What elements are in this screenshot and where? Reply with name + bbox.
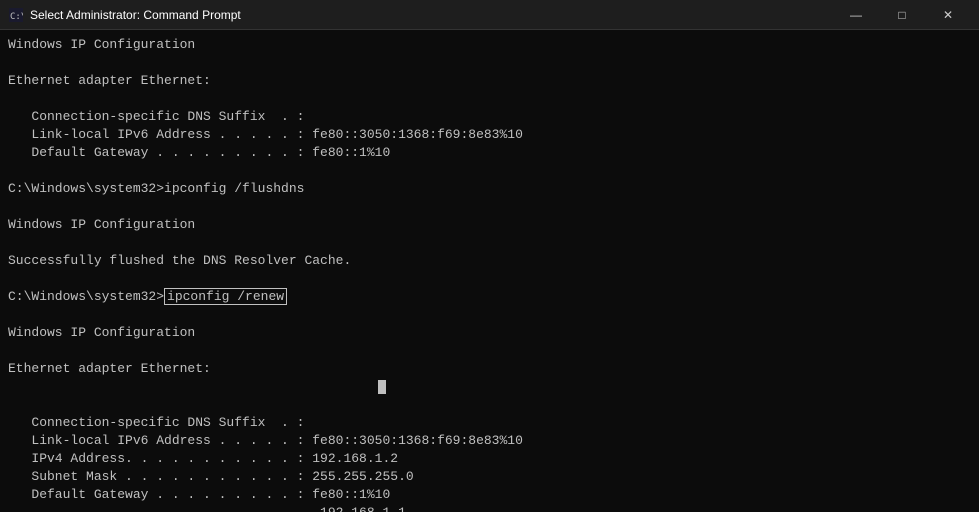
- output-line-7: Default Gateway . . . . . . . . . : fe80…: [8, 144, 971, 162]
- svg-text:C:\: C:\: [10, 12, 23, 22]
- output-line-8: [8, 162, 971, 180]
- output-line-15: C:\Windows\system32>ipconfig /renew: [8, 288, 971, 306]
- output-line-23: IPv4 Address. . . . . . . . . . . : 192.…: [8, 450, 971, 468]
- output-line-20: [8, 396, 971, 414]
- output-line-24: Subnet Mask . . . . . . . . . . . : 255.…: [8, 468, 971, 486]
- output-line-9: C:\Windows\system32>ipconfig /flushdns: [8, 180, 971, 198]
- terminal-area[interactable]: Windows IP Configuration Ethernet adapte…: [0, 30, 979, 512]
- window-controls: — □ ✕: [833, 0, 971, 30]
- window-title: Select Administrator: Command Prompt: [30, 8, 833, 22]
- output-line-3: Ethernet adapter Ethernet:: [8, 72, 971, 90]
- close-button[interactable]: ✕: [925, 0, 971, 30]
- maximize-button[interactable]: □: [879, 0, 925, 30]
- output-line-26: 192.168.1.1: [8, 504, 971, 512]
- command-highlight: ipconfig /renew: [164, 288, 287, 305]
- output-line-4: [8, 90, 971, 108]
- blinking-cursor: [378, 380, 386, 394]
- output-line-16: [8, 306, 971, 324]
- minimize-button[interactable]: —: [833, 0, 879, 30]
- output-line-10: [8, 198, 971, 216]
- output-line-1: Windows IP Configuration: [8, 36, 971, 54]
- output-line-22: Link-local IPv6 Address . . . . . : fe80…: [8, 432, 971, 450]
- output-line-17: Windows IP Configuration: [8, 324, 971, 342]
- output-line-6: Link-local IPv6 Address . . . . . : fe80…: [8, 126, 971, 144]
- output-line-2: [8, 54, 971, 72]
- output-line-11: Windows IP Configuration: [8, 216, 971, 234]
- output-line-14: [8, 270, 971, 288]
- output-line-12: [8, 234, 971, 252]
- output-line-19: Ethernet adapter Ethernet:: [8, 360, 971, 396]
- output-line-5: Connection-specific DNS Suffix . :: [8, 108, 971, 126]
- output-line-13: Successfully flushed the DNS Resolver Ca…: [8, 252, 971, 270]
- titlebar: C:\ Select Administrator: Command Prompt…: [0, 0, 979, 30]
- output-line-25: Default Gateway . . . . . . . . . : fe80…: [8, 486, 971, 504]
- output-line-21: Connection-specific DNS Suffix . :: [8, 414, 971, 432]
- app-icon: C:\: [8, 7, 24, 23]
- output-line-18: [8, 342, 971, 360]
